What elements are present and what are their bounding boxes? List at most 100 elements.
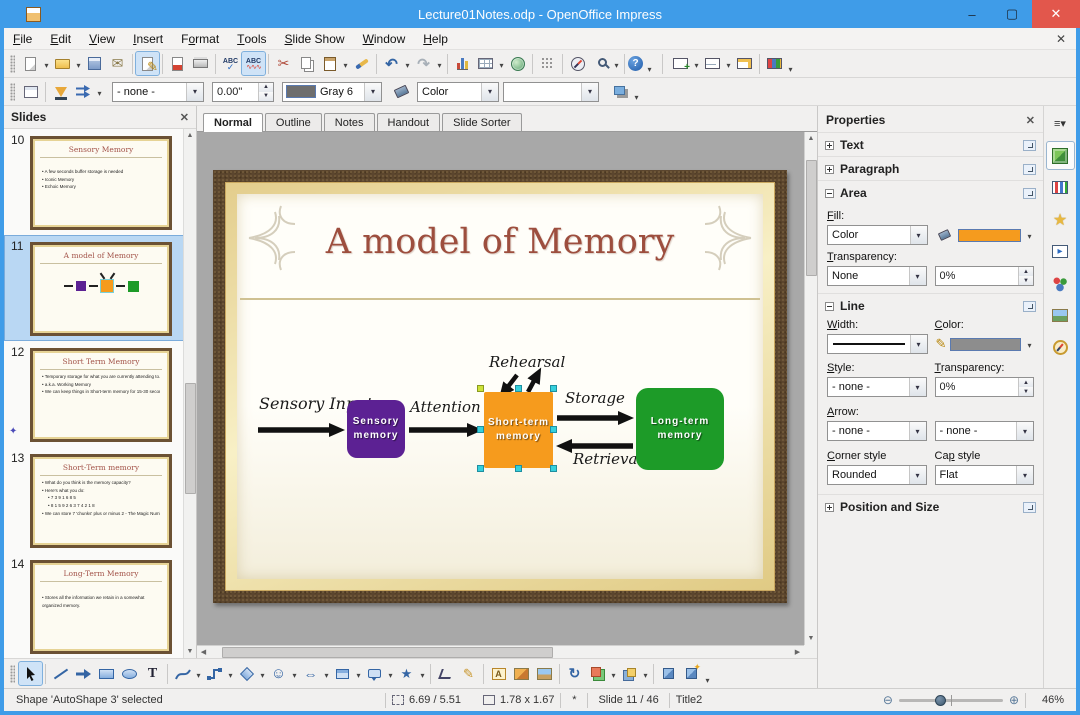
- redo-dropdown[interactable]: [435, 57, 444, 71]
- diagram-arrows[interactable]: [213, 170, 787, 603]
- menu-format[interactable]: Fo rmat: [172, 28, 228, 50]
- tab-outline[interactable]: Outline: [264, 113, 322, 131]
- redo-icon[interactable]: [412, 52, 435, 75]
- clone-formatting-icon[interactable]: [350, 52, 373, 75]
- slide-layout-icon[interactable]: [701, 52, 724, 75]
- label-retrieval[interactable]: Retrieval: [573, 450, 642, 468]
- shadow-icon[interactable]: [609, 80, 632, 103]
- cap-style-select[interactable]: Flat: [934, 465, 1034, 485]
- hyperlink-icon[interactable]: [506, 52, 529, 75]
- paste-icon[interactable]: [318, 52, 341, 75]
- zoom-in-icon[interactable]: ⊕: [1009, 693, 1019, 707]
- toolbar-grip[interactable]: [10, 54, 15, 73]
- display-grid-icon[interactable]: [536, 52, 559, 75]
- tab-slide-sorter[interactable]: Slide Sorter: [442, 113, 522, 131]
- toolbar-grip[interactable]: [10, 82, 15, 101]
- table-dropdown[interactable]: [497, 57, 506, 71]
- menu-insert[interactable]: Insert: [124, 28, 172, 50]
- selection-handle[interactable]: [550, 426, 557, 433]
- presentation-toolbar-overflow[interactable]: [786, 61, 795, 75]
- sidebar-tab-gallery[interactable]: [1047, 302, 1074, 329]
- slide-canvas[interactable]: A model of Memory Sensory Input Attentio…: [197, 132, 817, 658]
- navigator-icon[interactable]: [566, 52, 589, 75]
- section-text[interactable]: Text: [818, 132, 1043, 156]
- menu-file[interactable]: File: [4, 28, 41, 50]
- stars-icon[interactable]: [395, 662, 418, 685]
- glue-points-icon[interactable]: [457, 662, 480, 685]
- scroll-down-icon[interactable]: ▼: [805, 632, 818, 645]
- tab-normal[interactable]: Normal: [203, 113, 263, 132]
- menu-window[interactable]: Window: [354, 28, 415, 50]
- slide-thumbnail-12[interactable]: 12 ✦ Short Term Memory Temporary storage…: [4, 341, 196, 447]
- fontwork-gallery-icon[interactable]: [487, 662, 510, 685]
- spellcheck-icon[interactable]: ABC ✓: [219, 52, 242, 75]
- tab-handout[interactable]: Handout: [376, 113, 441, 131]
- area-dialog-launcher-icon[interactable]: [1023, 187, 1036, 199]
- line-color-dropdown[interactable]: [936, 334, 1035, 354]
- zoom-slider-thumb[interactable]: [934, 694, 946, 706]
- block-arrows-icon[interactable]: [299, 662, 322, 685]
- menu-help[interactable]: Help: [414, 28, 457, 50]
- text-dialog-launcher-icon[interactable]: [1023, 139, 1036, 151]
- new-icon[interactable]: [19, 52, 42, 75]
- toolbar-overflow[interactable]: [645, 61, 654, 75]
- selection-handle[interactable]: [515, 465, 522, 472]
- scroll-right-icon[interactable]: ▶: [791, 646, 804, 659]
- expand-icon[interactable]: [825, 140, 834, 150]
- arrow-style-dropdown[interactable]: [95, 85, 104, 99]
- canvas-horizontal-scrollbar[interactable]: ◀ ▶: [197, 645, 804, 658]
- canvas-vertical-scrollbar[interactable]: ▲ ▼: [804, 132, 817, 645]
- slide-thumbnail-11-selected[interactable]: 11 A model of Memory: [4, 235, 196, 341]
- menu-slideshow[interactable]: Slide Show: [276, 28, 354, 50]
- slide-thumbnail-13[interactable]: 13 Short-Term memory What do you think i…: [4, 447, 196, 553]
- label-attention[interactable]: Attention: [410, 398, 481, 416]
- section-paragraph[interactable]: Paragraph: [818, 156, 1043, 180]
- scroll-down-icon[interactable]: ▼: [184, 645, 197, 658]
- toolbar-grip[interactable]: [10, 664, 15, 683]
- line-style-select[interactable]: - none -: [112, 81, 204, 102]
- line-width-spinner[interactable]: 0.00" ▲ ▼: [212, 81, 274, 102]
- slide-thumbnail-14[interactable]: 14 Long-Term Memory Stores all the infor…: [4, 553, 196, 658]
- slide-show-icon[interactable]: [763, 52, 786, 75]
- slide-thumbnail-10[interactable]: 10 Sensory Memory A few seconds buffer s…: [4, 129, 196, 235]
- minimize-button[interactable]: –: [952, 0, 992, 28]
- export-pdf-icon[interactable]: [166, 52, 189, 75]
- from-file-icon[interactable]: [510, 662, 533, 685]
- slides-panel-close-icon[interactable]: ✕: [180, 111, 189, 124]
- zoom-slider[interactable]: [898, 694, 1003, 706]
- symbol-shapes-icon[interactable]: [267, 662, 290, 685]
- fill-type-select[interactable]: Color: [417, 81, 499, 102]
- arrange-dropdown[interactable]: [641, 667, 650, 681]
- help-icon[interactable]: [628, 56, 643, 71]
- drawbar-overflow[interactable]: [703, 672, 712, 686]
- align-dropdown[interactable]: [609, 667, 618, 681]
- arrow-style-icon[interactable]: [72, 80, 95, 103]
- collapse-icon[interactable]: [825, 188, 834, 198]
- open-icon[interactable]: [51, 52, 74, 75]
- expand-icon[interactable]: [825, 502, 834, 512]
- line-dialog-icon[interactable]: [49, 80, 72, 103]
- label-storage[interactable]: Storage: [565, 389, 625, 407]
- rectangle-icon[interactable]: [95, 662, 118, 685]
- arrow-end-select[interactable]: - none -: [934, 421, 1034, 441]
- short-term-memory-box[interactable]: Short-term memory: [484, 392, 553, 468]
- curve-icon[interactable]: [171, 662, 194, 685]
- collapse-icon[interactable]: [825, 301, 834, 311]
- open-dropdown[interactable]: [74, 57, 83, 71]
- new-dropdown[interactable]: [42, 57, 51, 71]
- menu-view[interactable]: View: [80, 28, 124, 50]
- toolbar-overflow[interactable]: [632, 89, 641, 103]
- scroll-up-icon[interactable]: ▲: [184, 129, 197, 142]
- cut-icon[interactable]: [272, 52, 295, 75]
- fill-color-select[interactable]: [503, 81, 599, 102]
- slide-design-icon[interactable]: [733, 52, 756, 75]
- sidebar-menu-icon[interactable]: ≡▾: [1047, 110, 1074, 137]
- slide-layout-dropdown[interactable]: [724, 57, 733, 71]
- zoom-percent[interactable]: 46%: [1032, 694, 1076, 706]
- sidebar-tab-animation[interactable]: [1047, 270, 1074, 297]
- save-icon[interactable]: [83, 52, 106, 75]
- undo-icon[interactable]: [380, 52, 403, 75]
- basic-shapes-dropdown[interactable]: [258, 667, 267, 681]
- menu-tools[interactable]: Tools: [228, 28, 275, 50]
- chart-icon[interactable]: [451, 52, 474, 75]
